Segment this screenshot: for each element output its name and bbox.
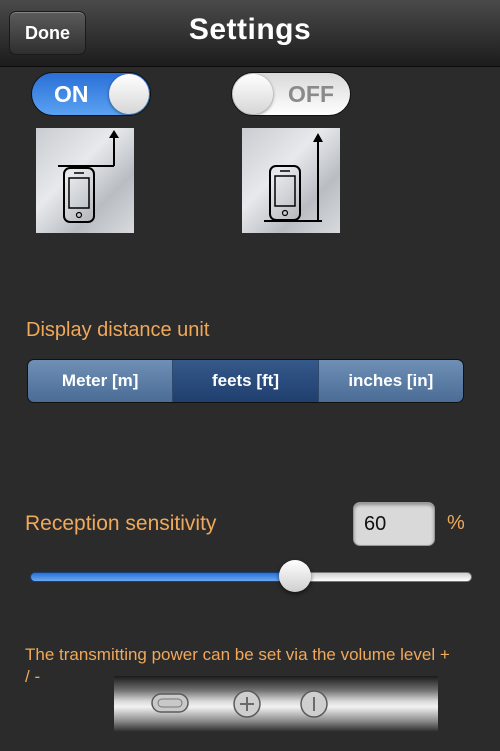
sensitivity-slider[interactable]	[30, 560, 472, 592]
segment-inches[interactable]: inches [in]	[318, 360, 463, 402]
toggle-on-label: ON	[54, 81, 89, 107]
toggle-off-switch[interactable]: OFF	[231, 72, 351, 116]
toggle-knob	[233, 74, 273, 114]
distance-unit-segmented-control: Meter [m] feets [ft] inches [in]	[27, 359, 464, 403]
toggle-off-label: OFF	[288, 81, 334, 107]
phone-short-arrow-tile	[36, 128, 134, 233]
phone-side-buttons-image	[114, 676, 438, 732]
distance-unit-label: Display distance unit	[26, 319, 210, 341]
sensitivity-input[interactable]: 60	[353, 502, 435, 546]
toggle-knob	[109, 74, 149, 114]
phone-with-short-arrow-icon	[58, 130, 119, 223]
phone-with-tall-arrow-icon	[264, 133, 323, 222]
nav-bar: Done Settings	[0, 0, 500, 67]
volume-buttons-icon	[151, 690, 328, 718]
phone-tall-arrow-tile	[242, 128, 340, 233]
toggle-on-switch[interactable]: ON	[31, 72, 151, 116]
page-title: Settings	[188, 13, 312, 46]
percent-unit: %	[447, 512, 465, 534]
segment-meter[interactable]: Meter [m]	[28, 360, 174, 402]
slider-track-min	[30, 572, 295, 582]
segment-feet[interactable]: feets [ft]	[173, 360, 319, 402]
slider-track-max	[295, 572, 472, 582]
slider-thumb[interactable]	[279, 560, 311, 592]
sensitivity-label: Reception sensitivity	[25, 512, 217, 535]
